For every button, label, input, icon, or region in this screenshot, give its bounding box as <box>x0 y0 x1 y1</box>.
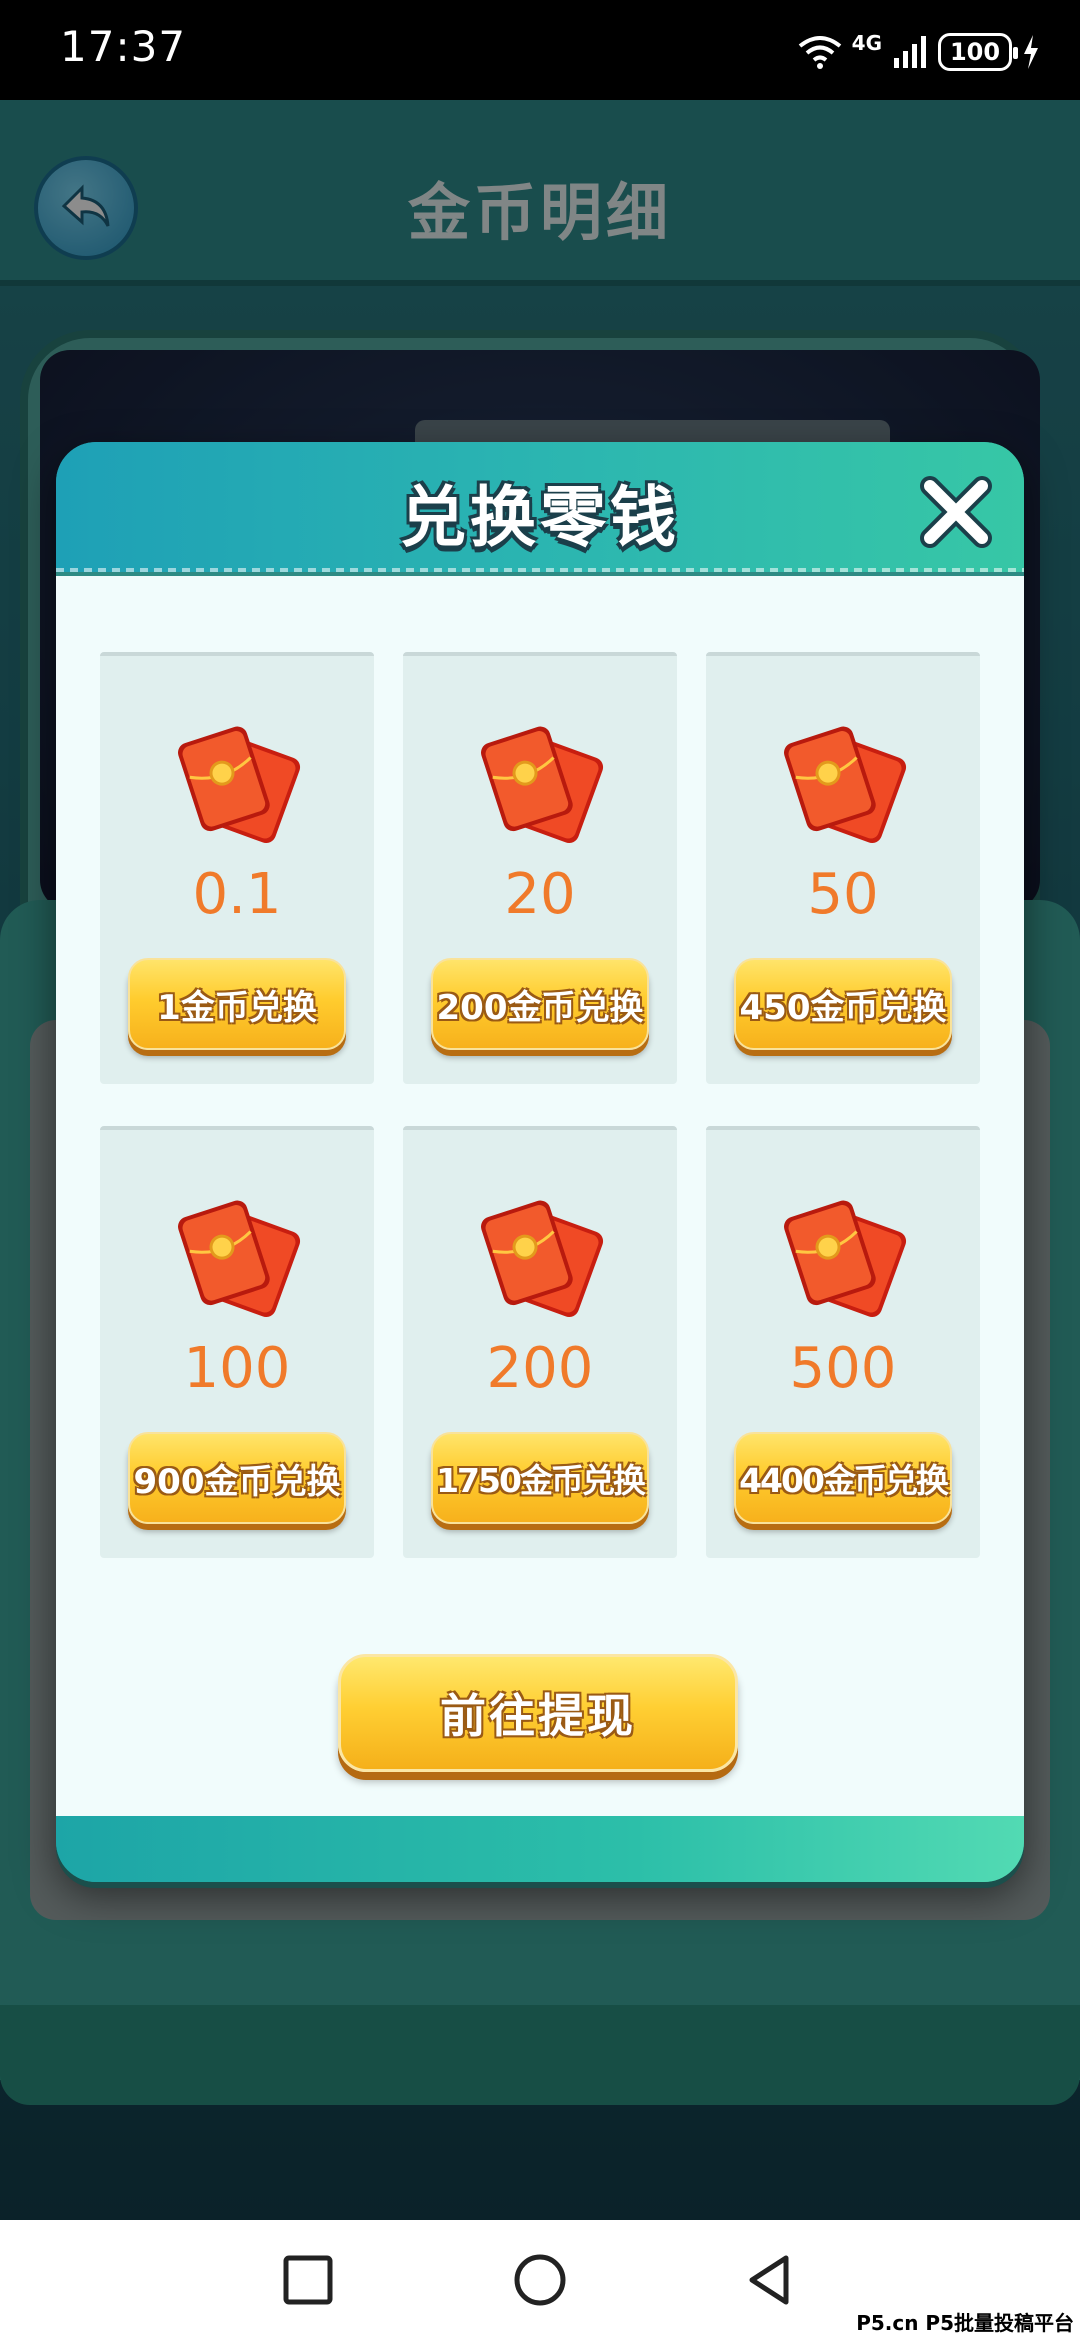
network-type-label: 4G <box>851 31 882 55</box>
reward-amount: 200 <box>486 1336 594 1401</box>
home-circle-icon[interactable] <box>510 2250 570 2310</box>
reward-amount: 500 <box>789 1336 897 1401</box>
exchange-button[interactable]: 900金币兑换 <box>128 1432 346 1524</box>
status-bar: 17:37 4G 100 <box>0 0 1080 100</box>
go-withdraw-label: 前往提现 <box>440 1689 636 1743</box>
exchange-button[interactable]: 1750金币兑换 <box>431 1432 649 1524</box>
reward-amount: 100 <box>183 1336 291 1401</box>
red-envelope-icon <box>784 1200 907 1318</box>
exchange-button-label: 1金币兑换 <box>157 987 317 1028</box>
modal-title: 兑换零钱 <box>400 479 680 556</box>
exchange-button[interactable]: 450金币兑换 <box>734 958 952 1050</box>
status-time: 17:37 <box>60 22 187 71</box>
battery-icon: 100 <box>938 33 1018 71</box>
exchange-option: 0.1 1金币兑换 <box>100 652 374 1084</box>
reward-amount: 50 <box>807 862 879 927</box>
exchange-button-label: 450金币兑换 <box>739 987 947 1028</box>
exchange-button[interactable]: 200金币兑换 <box>431 958 649 1050</box>
red-envelope-icon <box>481 726 604 844</box>
exchange-grid: 0.1 1金币兑换 20 200金币兑换 50 450金币兑换 100 900金… <box>100 652 980 1558</box>
go-withdraw-button[interactable]: 前往提现 <box>338 1654 738 1772</box>
charging-icon <box>1024 35 1038 69</box>
exchange-modal: 兑换零钱 0.1 1金币兑换 20 200金币兑换 50 450金币兑换 100… <box>56 442 1024 1882</box>
exchange-button[interactable]: 1金币兑换 <box>128 958 346 1050</box>
status-icons: 4G 100 <box>798 28 1040 76</box>
exchange-button-label: 200金币兑换 <box>436 987 644 1028</box>
reward-amount: 0.1 <box>192 862 282 927</box>
modal-header: 兑换零钱 <box>56 442 1024 572</box>
wifi-icon <box>798 36 841 69</box>
red-envelope-icon <box>178 726 301 844</box>
back-triangle-icon[interactable] <box>740 2250 800 2310</box>
exchange-button[interactable]: 4400金币兑换 <box>734 1432 952 1524</box>
signal-icon <box>894 36 926 68</box>
exchange-option: 20 200金币兑换 <box>403 652 677 1084</box>
battery-level: 100 <box>949 38 1001 66</box>
exchange-option: 100 900金币兑换 <box>100 1126 374 1558</box>
exchange-option: 200 1750金币兑换 <box>403 1126 677 1558</box>
exchange-option: 50 450金币兑换 <box>706 652 980 1084</box>
modal-body: 0.1 1金币兑换 20 200金币兑换 50 450金币兑换 100 900金… <box>56 576 1024 1816</box>
exchange-option: 500 4400金币兑换 <box>706 1126 980 1558</box>
reward-amount: 20 <box>504 862 576 927</box>
close-icon[interactable] <box>916 472 996 552</box>
watermark: P5.cn P5批量投稿平台 <box>856 2311 1074 2335</box>
exchange-button-label: 4400金币兑换 <box>739 1461 949 1500</box>
red-envelope-icon <box>178 1200 301 1318</box>
exchange-button-label: 1750金币兑换 <box>436 1461 646 1500</box>
red-envelope-icon <box>784 726 907 844</box>
recents-square-icon[interactable] <box>278 2250 338 2310</box>
exchange-button-label: 900金币兑换 <box>133 1461 341 1502</box>
modal-footer <box>56 1816 1024 1882</box>
red-envelope-icon <box>481 1200 604 1318</box>
navigation-bar: P5.cn P5批量投稿平台 <box>0 2220 1080 2340</box>
